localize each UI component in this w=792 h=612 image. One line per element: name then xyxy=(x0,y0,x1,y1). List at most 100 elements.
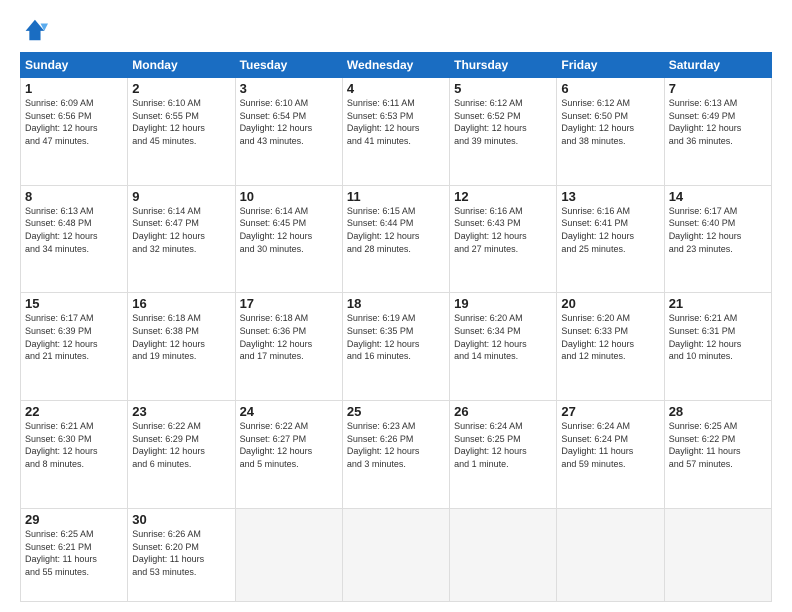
calendar-week-row: 22Sunrise: 6:21 AM Sunset: 6:30 PM Dayli… xyxy=(21,401,772,509)
calendar-table: SundayMondayTuesdayWednesdayThursdayFrid… xyxy=(20,52,772,602)
day-number: 28 xyxy=(669,404,767,419)
day-info: Sunrise: 6:19 AM Sunset: 6:35 PM Dayligh… xyxy=(347,312,445,362)
calendar-page: SundayMondayTuesdayWednesdayThursdayFrid… xyxy=(0,0,792,612)
day-info: Sunrise: 6:20 AM Sunset: 6:33 PM Dayligh… xyxy=(561,312,659,362)
calendar-day-cell: 18Sunrise: 6:19 AM Sunset: 6:35 PM Dayli… xyxy=(342,293,449,401)
day-number: 2 xyxy=(132,81,230,96)
day-number: 5 xyxy=(454,81,552,96)
day-info: Sunrise: 6:13 AM Sunset: 6:49 PM Dayligh… xyxy=(669,97,767,147)
calendar-week-row: 8Sunrise: 6:13 AM Sunset: 6:48 PM Daylig… xyxy=(21,185,772,293)
day-info: Sunrise: 6:14 AM Sunset: 6:47 PM Dayligh… xyxy=(132,205,230,255)
calendar-day-cell: 19Sunrise: 6:20 AM Sunset: 6:34 PM Dayli… xyxy=(450,293,557,401)
day-number: 7 xyxy=(669,81,767,96)
day-info: Sunrise: 6:22 AM Sunset: 6:29 PM Dayligh… xyxy=(132,420,230,470)
weekday-header-tuesday: Tuesday xyxy=(235,53,342,78)
day-info: Sunrise: 6:17 AM Sunset: 6:39 PM Dayligh… xyxy=(25,312,123,362)
day-number: 24 xyxy=(240,404,338,419)
calendar-day-cell: 30Sunrise: 6:26 AM Sunset: 6:20 PM Dayli… xyxy=(128,508,235,601)
calendar-day-cell: 15Sunrise: 6:17 AM Sunset: 6:39 PM Dayli… xyxy=(21,293,128,401)
day-info: Sunrise: 6:22 AM Sunset: 6:27 PM Dayligh… xyxy=(240,420,338,470)
calendar-day-cell: 12Sunrise: 6:16 AM Sunset: 6:43 PM Dayli… xyxy=(450,185,557,293)
calendar-day-cell: 16Sunrise: 6:18 AM Sunset: 6:38 PM Dayli… xyxy=(128,293,235,401)
empty-cell xyxy=(664,508,771,601)
calendar-day-cell: 24Sunrise: 6:22 AM Sunset: 6:27 PM Dayli… xyxy=(235,401,342,509)
day-info: Sunrise: 6:18 AM Sunset: 6:36 PM Dayligh… xyxy=(240,312,338,362)
calendar-week-row: 15Sunrise: 6:17 AM Sunset: 6:39 PM Dayli… xyxy=(21,293,772,401)
day-number: 13 xyxy=(561,189,659,204)
calendar-day-cell: 3Sunrise: 6:10 AM Sunset: 6:54 PM Daylig… xyxy=(235,78,342,186)
day-info: Sunrise: 6:24 AM Sunset: 6:24 PM Dayligh… xyxy=(561,420,659,470)
calendar-day-cell: 26Sunrise: 6:24 AM Sunset: 6:25 PM Dayli… xyxy=(450,401,557,509)
day-number: 26 xyxy=(454,404,552,419)
calendar-week-row: 29Sunrise: 6:25 AM Sunset: 6:21 PM Dayli… xyxy=(21,508,772,601)
day-number: 21 xyxy=(669,296,767,311)
calendar-day-cell: 23Sunrise: 6:22 AM Sunset: 6:29 PM Dayli… xyxy=(128,401,235,509)
day-info: Sunrise: 6:24 AM Sunset: 6:25 PM Dayligh… xyxy=(454,420,552,470)
day-number: 14 xyxy=(669,189,767,204)
day-info: Sunrise: 6:16 AM Sunset: 6:43 PM Dayligh… xyxy=(454,205,552,255)
day-info: Sunrise: 6:12 AM Sunset: 6:50 PM Dayligh… xyxy=(561,97,659,147)
weekday-header-friday: Friday xyxy=(557,53,664,78)
calendar-day-cell: 6Sunrise: 6:12 AM Sunset: 6:50 PM Daylig… xyxy=(557,78,664,186)
day-number: 4 xyxy=(347,81,445,96)
calendar-day-cell: 20Sunrise: 6:20 AM Sunset: 6:33 PM Dayli… xyxy=(557,293,664,401)
day-info: Sunrise: 6:15 AM Sunset: 6:44 PM Dayligh… xyxy=(347,205,445,255)
day-number: 30 xyxy=(132,512,230,527)
calendar-day-cell: 21Sunrise: 6:21 AM Sunset: 6:31 PM Dayli… xyxy=(664,293,771,401)
calendar-day-cell: 2Sunrise: 6:10 AM Sunset: 6:55 PM Daylig… xyxy=(128,78,235,186)
calendar-day-cell: 8Sunrise: 6:13 AM Sunset: 6:48 PM Daylig… xyxy=(21,185,128,293)
empty-cell xyxy=(557,508,664,601)
day-info: Sunrise: 6:14 AM Sunset: 6:45 PM Dayligh… xyxy=(240,205,338,255)
day-number: 1 xyxy=(25,81,123,96)
calendar-day-cell: 5Sunrise: 6:12 AM Sunset: 6:52 PM Daylig… xyxy=(450,78,557,186)
calendar-week-row: 1Sunrise: 6:09 AM Sunset: 6:56 PM Daylig… xyxy=(21,78,772,186)
calendar-day-cell: 13Sunrise: 6:16 AM Sunset: 6:41 PM Dayli… xyxy=(557,185,664,293)
calendar-day-cell: 9Sunrise: 6:14 AM Sunset: 6:47 PM Daylig… xyxy=(128,185,235,293)
calendar-day-cell: 25Sunrise: 6:23 AM Sunset: 6:26 PM Dayli… xyxy=(342,401,449,509)
day-info: Sunrise: 6:17 AM Sunset: 6:40 PM Dayligh… xyxy=(669,205,767,255)
calendar-day-cell: 22Sunrise: 6:21 AM Sunset: 6:30 PM Dayli… xyxy=(21,401,128,509)
day-info: Sunrise: 6:18 AM Sunset: 6:38 PM Dayligh… xyxy=(132,312,230,362)
day-number: 25 xyxy=(347,404,445,419)
calendar-day-cell: 10Sunrise: 6:14 AM Sunset: 6:45 PM Dayli… xyxy=(235,185,342,293)
weekday-header-saturday: Saturday xyxy=(664,53,771,78)
day-info: Sunrise: 6:10 AM Sunset: 6:55 PM Dayligh… xyxy=(132,97,230,147)
day-number: 20 xyxy=(561,296,659,311)
weekday-header-sunday: Sunday xyxy=(21,53,128,78)
day-number: 15 xyxy=(25,296,123,311)
day-info: Sunrise: 6:11 AM Sunset: 6:53 PM Dayligh… xyxy=(347,97,445,147)
calendar-day-cell: 4Sunrise: 6:11 AM Sunset: 6:53 PM Daylig… xyxy=(342,78,449,186)
day-number: 23 xyxy=(132,404,230,419)
day-number: 22 xyxy=(25,404,123,419)
weekday-header-row: SundayMondayTuesdayWednesdayThursdayFrid… xyxy=(21,53,772,78)
empty-cell xyxy=(342,508,449,601)
day-number: 11 xyxy=(347,189,445,204)
day-number: 16 xyxy=(132,296,230,311)
day-number: 17 xyxy=(240,296,338,311)
page-header xyxy=(20,16,772,44)
logo xyxy=(20,16,52,44)
day-number: 12 xyxy=(454,189,552,204)
day-number: 10 xyxy=(240,189,338,204)
day-info: Sunrise: 6:21 AM Sunset: 6:31 PM Dayligh… xyxy=(669,312,767,362)
day-number: 8 xyxy=(25,189,123,204)
day-info: Sunrise: 6:25 AM Sunset: 6:21 PM Dayligh… xyxy=(25,528,123,578)
day-info: Sunrise: 6:21 AM Sunset: 6:30 PM Dayligh… xyxy=(25,420,123,470)
weekday-header-monday: Monday xyxy=(128,53,235,78)
day-number: 19 xyxy=(454,296,552,311)
day-number: 3 xyxy=(240,81,338,96)
calendar-day-cell: 11Sunrise: 6:15 AM Sunset: 6:44 PM Dayli… xyxy=(342,185,449,293)
day-number: 9 xyxy=(132,189,230,204)
day-info: Sunrise: 6:16 AM Sunset: 6:41 PM Dayligh… xyxy=(561,205,659,255)
day-info: Sunrise: 6:12 AM Sunset: 6:52 PM Dayligh… xyxy=(454,97,552,147)
day-info: Sunrise: 6:26 AM Sunset: 6:20 PM Dayligh… xyxy=(132,528,230,578)
day-number: 18 xyxy=(347,296,445,311)
day-info: Sunrise: 6:23 AM Sunset: 6:26 PM Dayligh… xyxy=(347,420,445,470)
logo-icon xyxy=(20,16,48,44)
calendar-day-cell: 14Sunrise: 6:17 AM Sunset: 6:40 PM Dayli… xyxy=(664,185,771,293)
weekday-header-wednesday: Wednesday xyxy=(342,53,449,78)
weekday-header-thursday: Thursday xyxy=(450,53,557,78)
day-number: 29 xyxy=(25,512,123,527)
day-info: Sunrise: 6:20 AM Sunset: 6:34 PM Dayligh… xyxy=(454,312,552,362)
day-number: 27 xyxy=(561,404,659,419)
